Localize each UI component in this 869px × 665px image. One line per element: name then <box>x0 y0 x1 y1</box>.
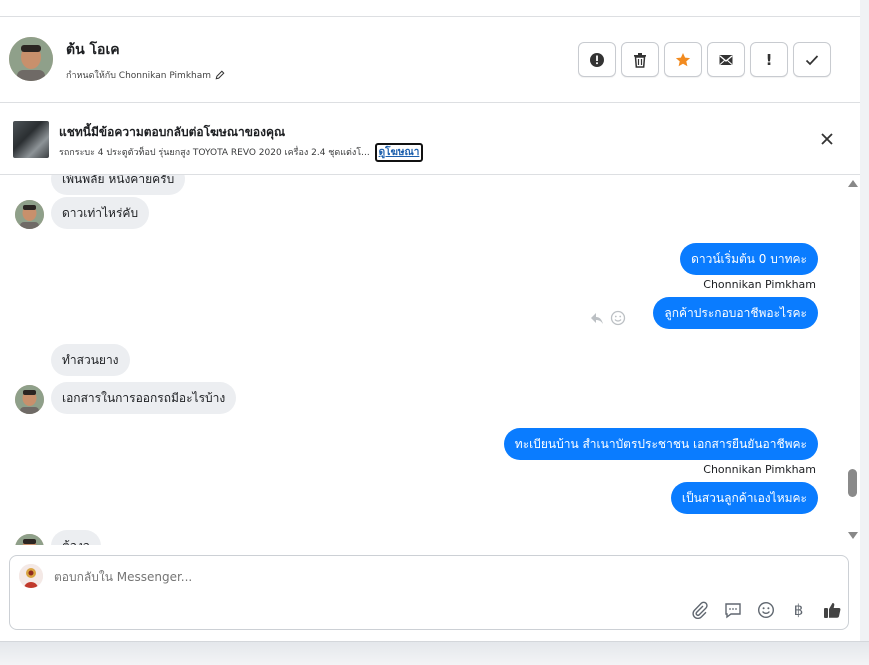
ad-description-text: รถกระบะ 4 ประตูตัวท็อป รุ่นยกสูง TOYOTA … <box>59 148 370 158</box>
reply-icon[interactable] <box>589 310 605 326</box>
email-button[interactable] <box>707 42 745 77</box>
assignee[interactable]: กำหนดให้กับ Chonnikan Pimkham <box>66 68 225 82</box>
sender-name: Chonnikan Pimkham <box>703 278 816 291</box>
outgoing-message[interactable]: ทะเบียนบ้าน สำเนาบัตรประชาชน เอกสารยืนยั… <box>503 428 818 460</box>
ad-title: แชทนี้มีข้อความตอบกลับต่อโฆษณาของคุณ <box>59 125 286 139</box>
thumbs-up-icon[interactable] <box>822 600 841 619</box>
scroll-thumb[interactable] <box>848 469 857 497</box>
spam-button[interactable] <box>578 42 616 77</box>
view-ad-link[interactable]: ดูโฆษณา <box>374 143 424 162</box>
incoming-message[interactable]: เพ้นพลัย หนึ่งคายครับ <box>51 175 186 195</box>
baht-icon[interactable]: ฿ <box>789 600 808 619</box>
trash-icon <box>634 52 646 68</box>
contact-avatar-small <box>15 385 44 414</box>
contact-avatar-small <box>15 200 44 229</box>
delete-button[interactable] <box>621 42 659 77</box>
scroll-down-arrow-icon[interactable] <box>848 532 858 539</box>
saved-reply-icon[interactable] <box>723 600 742 619</box>
close-icon[interactable] <box>819 131 835 147</box>
incoming-message[interactable]: ต้องจ <box>51 530 101 545</box>
bottom-strip <box>0 641 869 665</box>
conversation-header: ต้น โอเค กำหนดให้กับ Chonnikan Pimkham ! <box>0 17 860 103</box>
outgoing-message[interactable]: ลูกค้าประกอบอาชีพอะไรคะ <box>653 297 818 329</box>
message-reactions <box>589 310 626 326</box>
sender-name: Chonnikan Pimkham <box>703 463 816 476</box>
pencil-icon[interactable] <box>215 70 225 80</box>
mark-done-button[interactable] <box>793 42 831 77</box>
reply-composer: ฿ <box>9 555 849 630</box>
thread-scrollbar[interactable] <box>845 175 860 545</box>
alert-circle-icon <box>590 52 604 67</box>
top-strip <box>0 0 860 17</box>
outgoing-message[interactable]: ดาวน์เริ่มต้น 0 บาทคะ <box>680 243 818 275</box>
assignee-label: กำหนดให้กับ Chonnikan Pimkham <box>66 71 212 81</box>
incoming-message[interactable]: ทำสวนยาง <box>51 344 130 376</box>
scroll-up-arrow-icon[interactable] <box>848 180 858 187</box>
header-actions: ! <box>578 42 831 77</box>
contact-avatar-small <box>15 534 44 545</box>
reply-input[interactable] <box>54 570 654 584</box>
contact-avatar[interactable] <box>9 37 53 81</box>
attachment-icon[interactable] <box>690 600 709 619</box>
envelope-icon <box>719 54 733 65</box>
ad-thumbnail[interactable] <box>13 121 49 158</box>
contact-name[interactable]: ต้น โอเค <box>66 39 120 61</box>
checkmark-icon <box>805 54 819 65</box>
incoming-message[interactable]: เอกสารในการออกรถมีอะไรบ้าง <box>51 382 237 414</box>
composer-tools: ฿ <box>690 600 841 619</box>
messenger-inbox: ต้น โอเค กำหนดให้กับ Chonnikan Pimkham ! <box>0 0 860 641</box>
star-icon <box>675 52 691 66</box>
incoming-message[interactable]: ดาวเท่าไหร่คับ <box>51 197 150 229</box>
star-button[interactable] <box>664 42 702 77</box>
right-gutter <box>860 0 869 665</box>
message-thread: เพ้นพลัย หนึ่งคายครับ ดาวเท่าไหร่คับ ดาว… <box>0 175 860 545</box>
important-button[interactable]: ! <box>750 42 788 77</box>
page-avatar <box>19 564 43 588</box>
ad-description: รถกระบะ 4 ประตูตัวท็อป รุ่นยกสูง TOYOTA … <box>59 143 424 162</box>
emoji-react-icon[interactable] <box>610 310 626 326</box>
exclamation-icon: ! <box>765 50 773 69</box>
outgoing-message[interactable]: เป็นสวนลูกค้าเองไหมคะ <box>670 482 818 514</box>
emoji-icon[interactable] <box>756 600 775 619</box>
ad-reply-banner: แชทนี้มีข้อความตอบกลับต่อโฆษณาของคุณ รถก… <box>0 103 860 175</box>
